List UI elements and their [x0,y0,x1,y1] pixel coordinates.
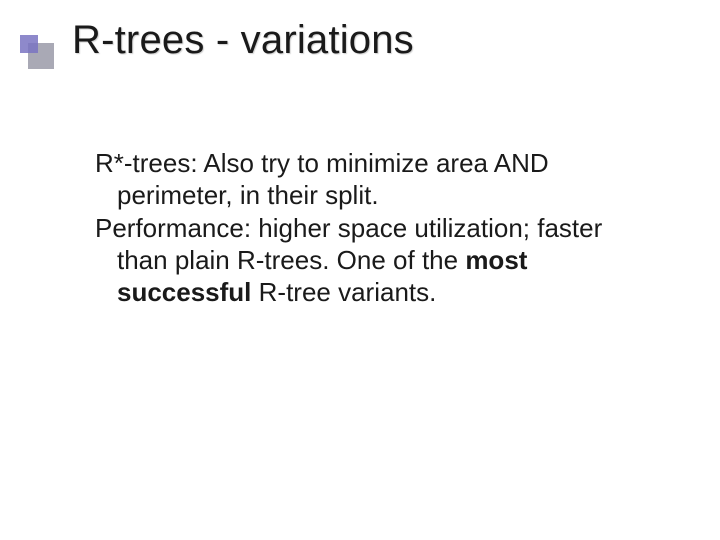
body-paragraph-1: R*-trees: Also try to minimize area AND … [95,148,640,211]
slide-title: R-trees - variations [72,18,414,63]
title-bullet-icon [20,35,54,69]
slide-body: R*-trees: Also try to minimize area AND … [95,148,640,311]
body-paragraph-2: Performance: higher space utilization; f… [95,213,640,308]
p1-lead: R*-trees: [95,148,198,178]
slide: R-trees - variations R*-trees: Also try … [0,0,720,540]
p2-lead: Performance: [95,213,251,243]
p2-tail: R-tree variants. [251,277,436,307]
